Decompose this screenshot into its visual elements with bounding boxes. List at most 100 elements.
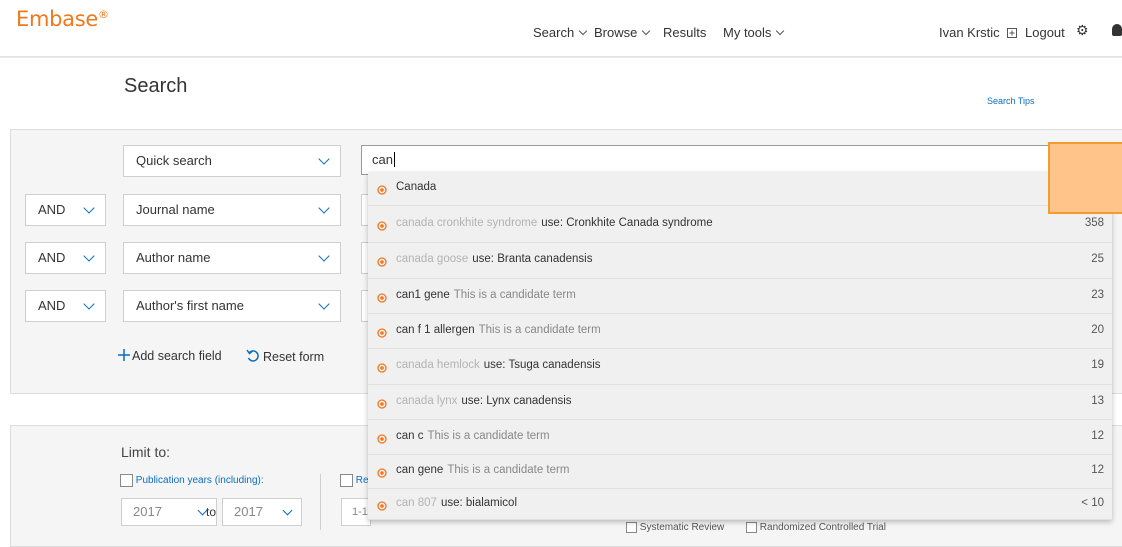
annotation-highlight <box>1048 142 1122 214</box>
nav-search[interactable]: Search <box>533 25 588 40</box>
autocomplete-dropdown: Canada canada cronkhite syndrome use: Cron… <box>368 172 1112 520</box>
nav-my-tools[interactable]: My tools <box>723 25 785 40</box>
year-to-label: to <box>206 505 217 519</box>
chevron-down-icon <box>83 250 95 262</box>
target-dot-icon <box>377 363 387 373</box>
use-term: use: Cronkhite Canada syndrome <box>541 217 713 229</box>
user-name: Ivan Krstic <box>939 25 1000 40</box>
operator-select-3[interactable]: AND <box>25 242 106 274</box>
range-value: 1-1 <box>352 506 368 518</box>
target-dot-icon <box>377 501 387 511</box>
publication-years-option[interactable]: Publication years (including): <box>120 474 264 487</box>
record-option[interactable]: Re <box>340 474 369 487</box>
field-select-3[interactable]: Author name <box>123 242 341 274</box>
suggestion-label: Canada <box>396 181 436 193</box>
rct-checkbox[interactable] <box>746 522 757 533</box>
target-dot-icon <box>377 399 387 409</box>
limit-to-heading: Limit to: <box>121 444 171 460</box>
suggestion-item[interactable]: can gene This is a candidate term 12 <box>368 455 1112 489</box>
systematic-review-option[interactable]: Systematic Review <box>626 522 724 533</box>
gear-icon[interactable]: ⚙ <box>1076 22 1089 39</box>
field-select-4[interactable]: Author's first name <box>123 290 341 322</box>
reset-icon <box>246 349 259 362</box>
nav-results[interactable]: Results <box>663 25 706 40</box>
logo-text: Embase <box>16 7 98 31</box>
suggestion-label: can f 1 allergen This is a candidate term <box>396 324 601 336</box>
suggestion-item[interactable]: can f 1 allergen This is a candidate term… <box>368 314 1112 349</box>
suggestion-item[interactable]: canada cronkhite syndrome use: Cronkhite … <box>368 206 1112 243</box>
suggestion-term: canada cronkhite syndrome <box>396 217 538 229</box>
text-cursor <box>393 152 395 167</box>
record-option-label: Re <box>355 475 369 487</box>
operator-select-4[interactable]: AND <box>25 290 106 322</box>
suggestion-count: < 10 <box>1081 497 1104 509</box>
use-term: use: bialamicol <box>440 497 518 509</box>
field-select-2[interactable]: Journal name <box>123 194 341 226</box>
chevron-down-icon <box>282 505 293 516</box>
page-title: Search <box>124 75 188 97</box>
chevron-down-icon <box>642 26 651 36</box>
nav-browse[interactable]: Browse <box>594 25 651 40</box>
candidate-term-note: This is a candidate term <box>453 289 576 301</box>
range-select[interactable]: 1-1 <box>341 498 371 526</box>
suggestion-label: can 807 use: bialamicol <box>396 497 517 509</box>
suggestion-item[interactable]: canada lynx use: Lynx canadensis 13 <box>368 385 1112 420</box>
year-from-select[interactable]: 2017 <box>121 498 217 526</box>
suggestion-label: can gene This is a candidate term <box>396 464 569 476</box>
suggestion-item[interactable]: can c This is a candidate term 12 <box>368 420 1112 455</box>
suggestion-item[interactable]: canada goose use: Branta canadensis 25 <box>368 243 1112 279</box>
chevron-down-icon <box>318 250 330 262</box>
target-dot-icon <box>377 293 387 303</box>
rct-option[interactable]: Randomized Controlled Trial <box>746 522 886 533</box>
limits-divider <box>320 474 321 530</box>
operator-label: AND <box>38 298 66 313</box>
suggestion-count: 12 <box>1091 464 1104 476</box>
field-select-2-label: Journal name <box>136 202 215 217</box>
year-to-select[interactable]: 2017 <box>222 498 302 526</box>
suggestion-label: canada lynx use: Lynx canadensis <box>396 395 572 407</box>
add-search-field-button[interactable]: Add search field <box>118 349 222 363</box>
field-select-3-label: Author name <box>136 250 211 265</box>
suggestion-count: 13 <box>1091 395 1104 407</box>
suggestion-label: canada cronkhite syndrome use: Cronkhite … <box>396 217 713 229</box>
suggestion-count: 23 <box>1091 289 1104 301</box>
field-select-1-label: Quick search <box>136 153 212 168</box>
query-input[interactable]: can <box>361 145 1122 175</box>
logout-link[interactable]: Logout <box>1025 25 1065 40</box>
logo-mark: ® <box>98 8 109 21</box>
reset-form-button[interactable]: Reset form <box>246 349 324 364</box>
chevron-down-icon <box>318 153 330 165</box>
publication-years-checkbox[interactable] <box>120 474 133 487</box>
suggestion-item[interactable]: can1 gene This is a candidate term 23 <box>368 279 1112 314</box>
suggestion-label: canada goose use: Branta canadensis <box>396 253 592 265</box>
bell-icon[interactable] <box>1112 24 1122 36</box>
suggestion-item[interactable]: can 807 use: bialamicol < 10 <box>368 489 1112 520</box>
operator-label: AND <box>38 250 66 265</box>
suggestion-term: can c <box>396 430 424 442</box>
suggestion-term: Canada <box>396 181 437 193</box>
chevron-down-icon <box>83 202 95 214</box>
suggestion-item[interactable]: Canada <box>368 172 1112 206</box>
candidate-term-note: This is a candidate term <box>478 324 601 336</box>
operator-select-2[interactable]: AND <box>25 194 106 226</box>
target-dot-icon <box>377 257 387 267</box>
logout-label: Logout <box>1025 25 1065 40</box>
nav-browse-label: Browse <box>594 25 638 40</box>
suggestion-term: can f 1 allergen <box>396 324 475 336</box>
external-link-icon <box>1007 28 1018 38</box>
use-term: use: Branta canadensis <box>472 253 593 265</box>
suggestion-count: 358 <box>1084 217 1104 229</box>
field-select-1[interactable]: Quick search <box>123 145 341 177</box>
search-tips-link[interactable]: Search Tips <box>987 96 1035 106</box>
suggestion-count: 20 <box>1091 324 1104 336</box>
chevron-down-icon <box>83 298 95 310</box>
suggestion-count: 19 <box>1091 359 1104 371</box>
embase-logo[interactable]: Embase® <box>16 7 109 31</box>
reset-form-label: Reset form <box>263 350 325 364</box>
suggestion-item[interactable]: canada hemlock use: Tsuga canadensis 19 <box>368 349 1112 385</box>
nav-search-label: Search <box>533 25 575 40</box>
record-checkbox[interactable] <box>340 474 353 487</box>
user-name-link[interactable]: Ivan Krstic <box>939 25 1018 40</box>
systematic-review-checkbox[interactable] <box>626 522 637 533</box>
year-from-value: 2017 <box>133 504 162 519</box>
